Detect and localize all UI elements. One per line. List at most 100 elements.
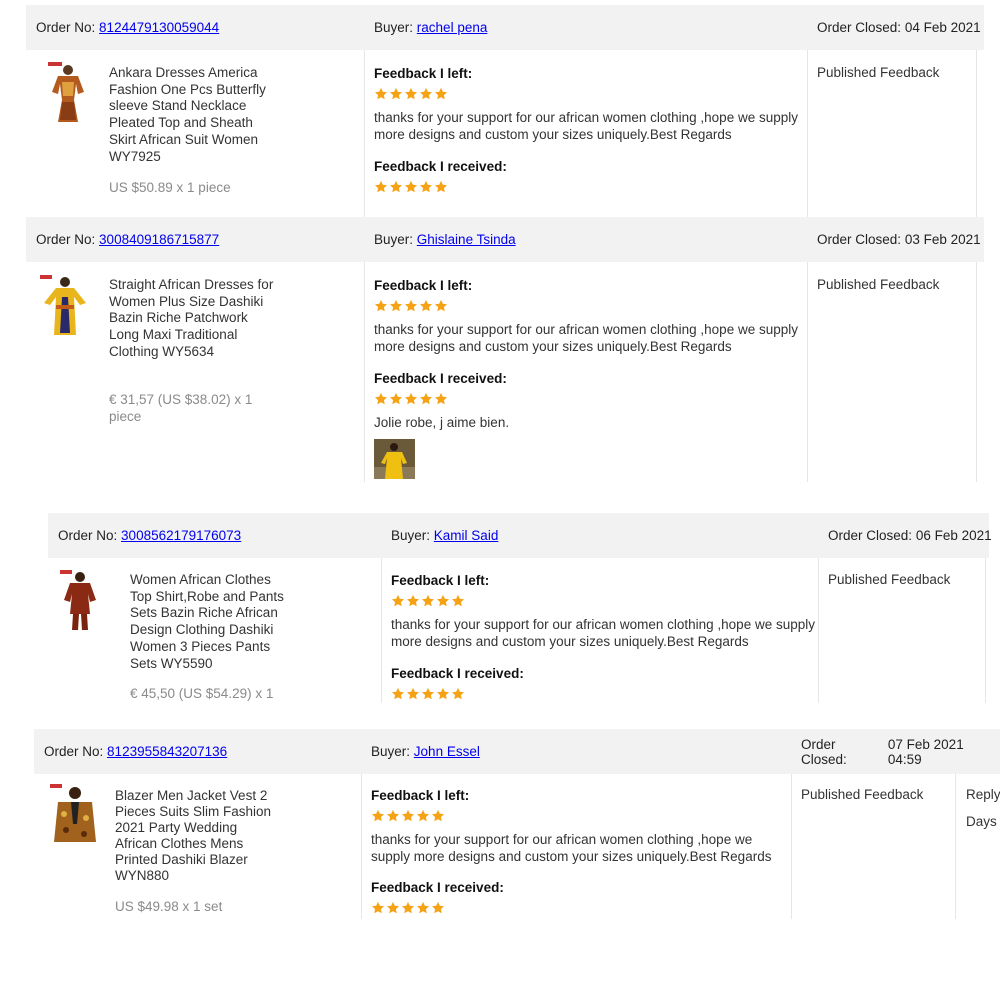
feedback-section: Feedback I left: thanks for your support… [374, 277, 804, 479]
star-icon [386, 901, 400, 915]
order-card: Order No: 3008409186715877 Buyer: Ghisla… [26, 217, 1000, 482]
feedback-received-rating [374, 392, 804, 408]
star-icon [421, 687, 435, 701]
buyer-link[interactable]: Ghislaine Tsinda [417, 232, 516, 247]
feedback-left-rating [374, 87, 804, 103]
star-icon [374, 87, 388, 101]
star-icon [391, 687, 405, 701]
product-thumbnail[interactable] [48, 62, 88, 126]
order-closed-date: 04 Feb 2021 [904, 20, 981, 35]
divider [818, 558, 819, 703]
feedback-left-rating [374, 299, 804, 315]
feedback-received-title: Feedback I received: [374, 371, 507, 386]
order-closed: Order Closed: 07 Feb 2021 04:59 [801, 729, 1000, 774]
star-icon [419, 180, 433, 194]
feedback-received-title: Feedback I received: [371, 880, 504, 895]
star-icon [386, 809, 400, 823]
product-thumbnail[interactable] [40, 275, 90, 337]
feedback-status: Published Feedback [817, 65, 940, 80]
divider [955, 774, 956, 919]
star-icon [431, 809, 445, 823]
order-closed-label: Order Closed: [817, 232, 902, 247]
star-icon [374, 299, 388, 313]
divider [364, 50, 365, 217]
feedback-received-text: Jolie robe, j aime bien. [374, 415, 510, 430]
order-card: Order No: 8124479130059044 Buyer: rachel… [26, 5, 1000, 217]
product-name-link[interactable]: Straight African Dresses for Women Plus … [109, 277, 281, 361]
order-closed-label: Order Closed: [801, 736, 847, 767]
divider [381, 558, 382, 703]
feedback-status: Published Feedback [801, 787, 924, 802]
order-number: Order No: 8124479130059044 [36, 5, 219, 50]
star-icon [451, 687, 465, 701]
buyer: Buyer: Ghislaine Tsinda [374, 217, 516, 262]
order-number-label: Order No: [36, 232, 96, 247]
order-closed: Order Closed: 04 Feb 2021 [817, 5, 981, 50]
star-icon [404, 87, 418, 101]
star-icon [436, 594, 450, 608]
feedback-received-rating [371, 901, 786, 917]
feedback-status: Published Feedback [828, 572, 951, 587]
product-thumbnail[interactable] [50, 784, 100, 846]
order-number-link[interactable]: 3008409186715877 [99, 232, 219, 247]
feedback-section: Feedback I left: thanks for your support… [391, 572, 816, 703]
star-icon [401, 809, 415, 823]
divider [807, 262, 808, 482]
feedback-left-text: thanks for your support for our african … [371, 832, 772, 864]
product-name-link[interactable]: Blazer Men Jacket Vest 2 Pieces Suits Sl… [115, 788, 275, 885]
star-icon [419, 299, 433, 313]
buyer-link[interactable]: Kamil Said [434, 528, 499, 543]
star-icon [421, 594, 435, 608]
feedback-status: Published Feedback [817, 277, 940, 292]
star-icon [416, 901, 430, 915]
divider [985, 558, 986, 703]
star-icon [374, 180, 388, 194]
product-name-link[interactable]: Women African Clothes Top Shirt,Robe and… [130, 572, 292, 672]
star-icon [406, 687, 420, 701]
star-icon [371, 809, 385, 823]
order-number: Order No: 3008409186715877 [36, 217, 219, 262]
buyer-photo-thumbnail[interactable] [374, 439, 415, 479]
order-number-label: Order No: [44, 744, 104, 759]
order-card: Order No: 8123955843207136 Buyer: John E… [34, 729, 1000, 919]
star-icon [434, 180, 448, 194]
buyer-label: Buyer: [371, 744, 411, 759]
order-card: Order No: 3008562179176073 Buyer: Kamil … [48, 513, 1000, 703]
order-closed: Order Closed: 03 Feb 2021 [817, 217, 981, 262]
order-number-label: Order No: [58, 528, 118, 543]
order-closed-date: 06 Feb 2021 [915, 528, 992, 543]
star-icon [389, 392, 403, 406]
buyer-link[interactable]: rachel pena [417, 20, 488, 35]
star-icon [416, 809, 430, 823]
divider [976, 50, 977, 217]
feedback-received-title: Feedback I received: [391, 666, 524, 681]
star-icon [404, 299, 418, 313]
star-icon [451, 594, 465, 608]
star-icon [434, 299, 448, 313]
feedback-received-rating [374, 180, 804, 196]
product-price: € 45,50 (US $54.29) x 1 [130, 686, 274, 701]
reply-link[interactable]: Reply [966, 787, 1000, 802]
product-thumbnail[interactable] [60, 570, 100, 632]
star-icon [391, 594, 405, 608]
feedback-left-title: Feedback I left: [374, 66, 473, 81]
order-closed-date: 03 Feb 2021 [904, 232, 981, 247]
star-icon [419, 392, 433, 406]
product-price: € 31,57 (US $38.02) x 1 piece [109, 392, 253, 424]
feedback-left-rating [371, 809, 786, 825]
order-number-link[interactable]: 8123955843207136 [107, 744, 227, 759]
buyer-label: Buyer: [391, 528, 431, 543]
feedback-received-title: Feedback I received: [374, 159, 507, 174]
order-number: Order No: 3008562179176073 [58, 513, 241, 558]
order-number-link[interactable]: 8124479130059044 [99, 20, 219, 35]
product-name-link[interactable]: Ankara Dresses America Fashion One Pcs B… [109, 65, 281, 165]
product-price: US $49.98 x 1 set [115, 899, 223, 914]
product-price: US $50.89 x 1 piece [109, 180, 231, 195]
feedback-left-title: Feedback I left: [371, 788, 470, 803]
buyer: Buyer: John Essel [371, 729, 480, 774]
divider [807, 50, 808, 217]
star-icon [431, 901, 445, 915]
order-number-link[interactable]: 3008562179176073 [121, 528, 241, 543]
buyer-link[interactable]: John Essel [414, 744, 480, 759]
feedback-left-rating [391, 594, 816, 610]
